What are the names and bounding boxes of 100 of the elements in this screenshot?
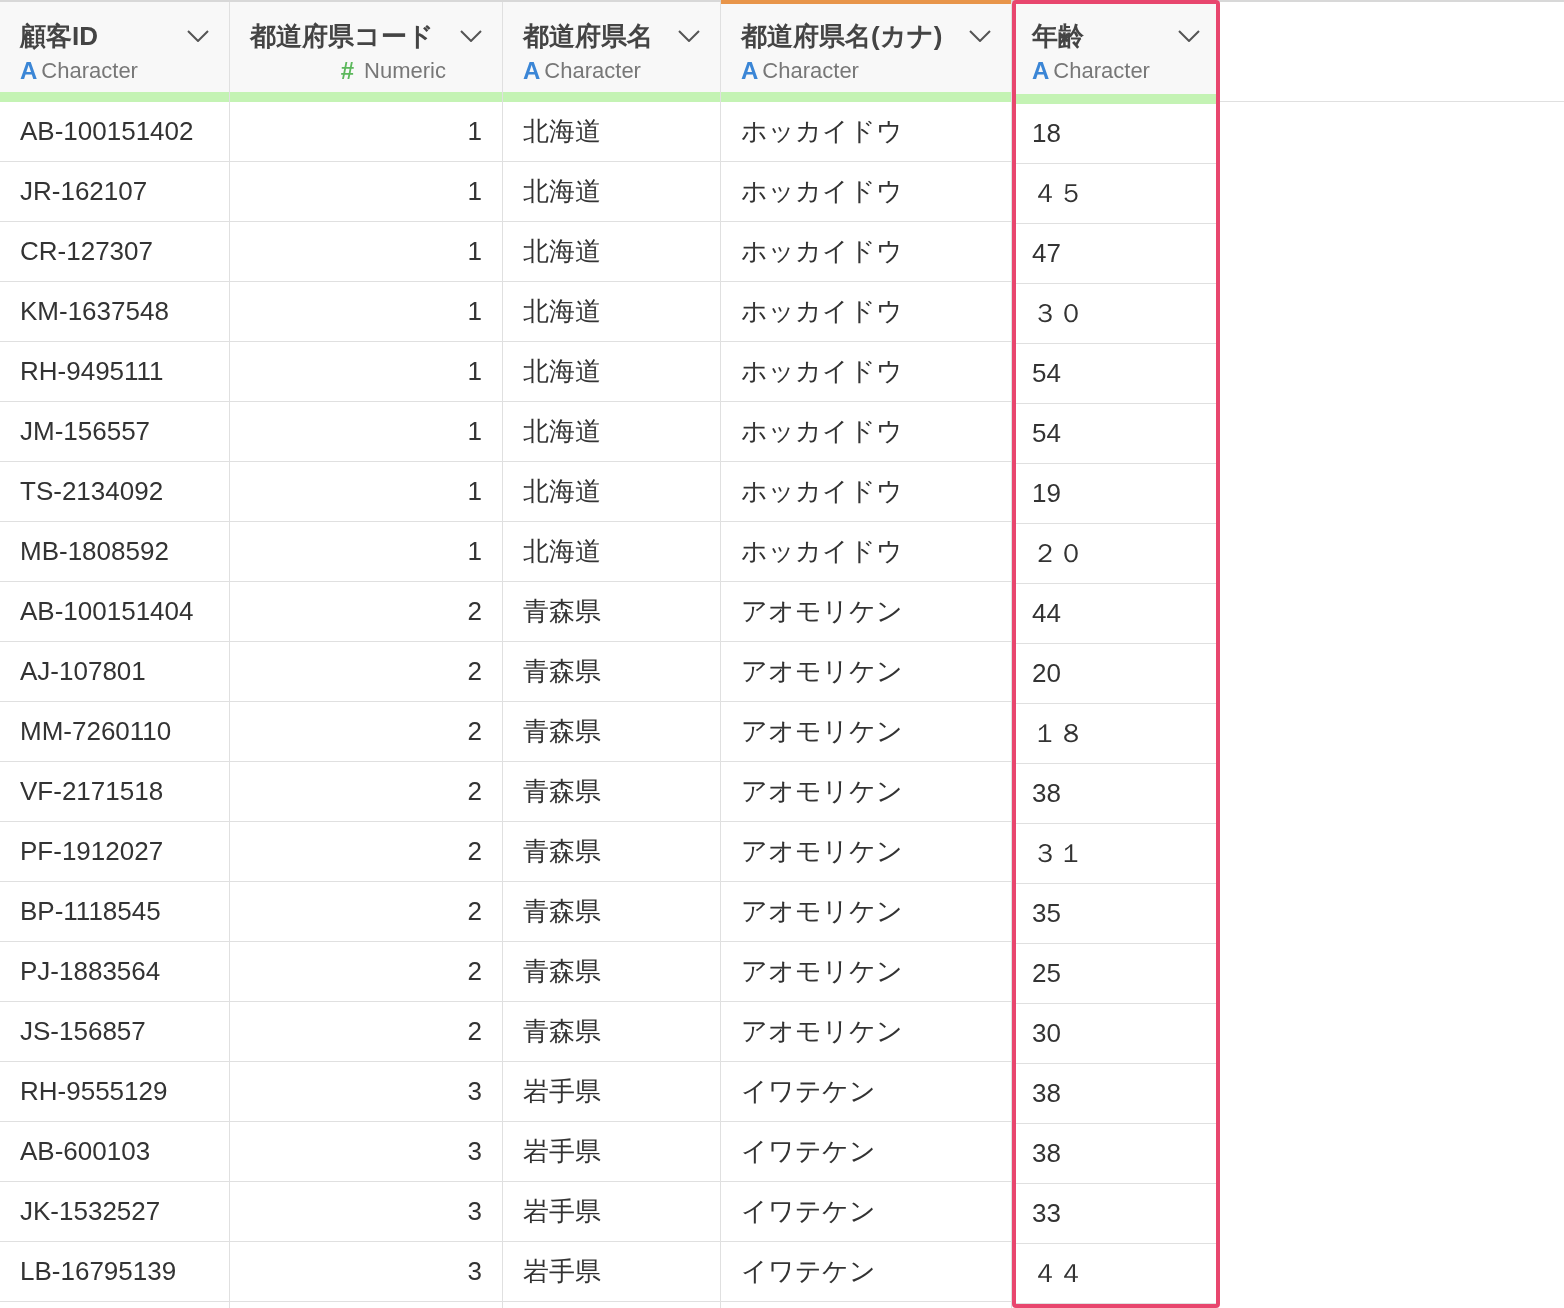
table-cell-text: 54 <box>1032 357 1061 390</box>
column-header[interactable]: 都道府県名(カナ) A Character <box>721 2 1011 102</box>
table-cell-text: 青森県 <box>523 955 601 988</box>
table-cell-text: 2 <box>467 1015 482 1048</box>
chevron-down-icon[interactable] <box>1178 30 1200 42</box>
table-cell-text: 青森県 <box>523 775 601 808</box>
table-cell-text: ３１ <box>1032 837 1084 870</box>
table-cell-text: 青森県 <box>523 1015 601 1048</box>
table-cell-text: ホッカイドウ <box>741 475 903 508</box>
table-cell-text: 44 <box>1032 597 1061 630</box>
table-cell-text: 1 <box>467 355 482 388</box>
table-cell-text: 1 <box>467 475 482 508</box>
table-cell-text: JM-156557 <box>20 415 151 448</box>
table-cell-text: 北海道 <box>523 235 601 268</box>
table-cell-text: JR-162107 <box>20 175 148 208</box>
table-cell-text: 2 <box>467 595 482 628</box>
column-title: 顧客ID <box>20 20 98 53</box>
table-cell-text: 岩手県 <box>523 1135 601 1168</box>
table-cell-text: AB-100151402 <box>20 115 194 148</box>
table-cell-text: 北海道 <box>523 535 601 568</box>
table-cell-text: 19 <box>1032 477 1061 510</box>
table-cell-text: １８ <box>1032 717 1084 750</box>
table-cell-text: 3 <box>467 1195 482 1228</box>
table-cell-text: アオモリケン <box>741 895 903 928</box>
table-cell-text: 青森県 <box>523 595 601 628</box>
table-cell-text: ホッカイドウ <box>741 175 903 208</box>
column-title: 都道府県名(カナ) <box>741 20 943 53</box>
chevron-down-icon[interactable] <box>969 30 991 42</box>
table-cell-text: 3 <box>467 1075 482 1108</box>
table-cell-text: 20 <box>1032 657 1061 690</box>
table-cell-text: アオモリケン <box>741 775 903 808</box>
table-cell-text: ４５ <box>1032 177 1084 210</box>
column-header[interactable]: 年齢 A Character <box>1016 4 1216 104</box>
table-cell-text: AJ-107801 <box>20 655 146 688</box>
column-header[interactable]: 顧客ID A Character <box>0 2 229 102</box>
type-icon: A <box>1032 56 1050 86</box>
table-cell-text: LB-16795139 <box>20 1255 177 1288</box>
table-cell-text: 1 <box>467 295 482 328</box>
column-type: Character <box>1053 57 1150 85</box>
table-cell-text: 33 <box>1032 1197 1061 1230</box>
column-type: Character <box>544 57 641 85</box>
table-cell-text: 北海道 <box>523 415 601 448</box>
table-cell-text: AB-600103 <box>20 1135 151 1168</box>
table-cell-text: ホッカイドウ <box>741 535 903 568</box>
table-cell-text: VF-2171518 <box>20 775 164 808</box>
type-icon: A <box>523 56 541 86</box>
table-cell-text: BP-1118545 <box>20 895 161 928</box>
column-title: 都道府県名 <box>523 20 653 53</box>
table-cell-text: TS-2134092 <box>20 475 164 508</box>
table-cell-text: ホッカイドウ <box>741 415 903 448</box>
table-cell-text: アオモリケン <box>741 715 903 748</box>
column-type: Character <box>41 57 138 85</box>
column-title: 都道府県コード <box>250 20 434 53</box>
table-cell-text: AB-100151404 <box>20 595 194 628</box>
table-cell-text: 北海道 <box>523 175 601 208</box>
table-cell-text: 18 <box>1032 117 1061 150</box>
column-title: 年齢 <box>1032 20 1084 53</box>
table-cell-text: 1 <box>467 115 482 148</box>
table-cell-text: ３０ <box>1032 297 1084 330</box>
table-cell-text: 1 <box>467 535 482 568</box>
table-cell-text: CR-127307 <box>20 235 153 268</box>
chevron-down-icon[interactable] <box>678 30 700 42</box>
column-header[interactable]: 都道府県コード # Numeric <box>230 2 502 102</box>
table-cell-text: 1 <box>467 235 482 268</box>
column-header[interactable]: 都道府県名 A Character <box>503 2 720 102</box>
table-cell-text: 北海道 <box>523 475 601 508</box>
table-cell-text: 青森県 <box>523 715 601 748</box>
table-cell-text: 2 <box>467 655 482 688</box>
table-cell-text: MB-1808592 <box>20 535 169 568</box>
table-cell-text: アオモリケン <box>741 835 903 868</box>
type-icon: A <box>20 56 38 86</box>
column-type: Numeric <box>364 57 446 85</box>
chevron-down-icon[interactable] <box>187 30 209 42</box>
table-cell-text: KM-1637548 <box>20 295 169 328</box>
table-cell-text: 47 <box>1032 237 1061 270</box>
table-cell-text: PJ-1883564 <box>20 955 161 988</box>
table-cell-text: イワテケン <box>741 1135 876 1168</box>
table-cell-text: 青森県 <box>523 655 601 688</box>
table-cell-text: 2 <box>467 835 482 868</box>
table-cell-text: ２０ <box>1032 537 1084 570</box>
table-cell-text: ホッカイドウ <box>741 295 903 328</box>
table-cell-text: 北海道 <box>523 115 601 148</box>
table-cell-text: 青森県 <box>523 835 601 868</box>
table-cell-text: 北海道 <box>523 295 601 328</box>
table-cell-text: 38 <box>1032 1137 1061 1170</box>
table-cell-text: MM-7260110 <box>20 715 172 748</box>
table-cell-text: イワテケン <box>741 1255 876 1288</box>
type-icon: # <box>340 56 355 86</box>
table-cell-text: 2 <box>467 775 482 808</box>
table-cell-text: 岩手県 <box>523 1255 601 1288</box>
table-cell-text: 2 <box>467 895 482 928</box>
table-cell-text: 30 <box>1032 1017 1061 1050</box>
table-cell-text: RH-9495111 <box>20 355 164 388</box>
table-cell-text: ホッカイドウ <box>741 355 903 388</box>
table-cell-text: 38 <box>1032 777 1061 810</box>
type-icon: A <box>741 56 759 86</box>
table-cell-text: 38 <box>1032 1077 1061 1110</box>
table-cell-text: ホッカイドウ <box>741 115 903 148</box>
table-cell-text: JK-1532527 <box>20 1195 161 1228</box>
chevron-down-icon[interactable] <box>460 30 482 42</box>
